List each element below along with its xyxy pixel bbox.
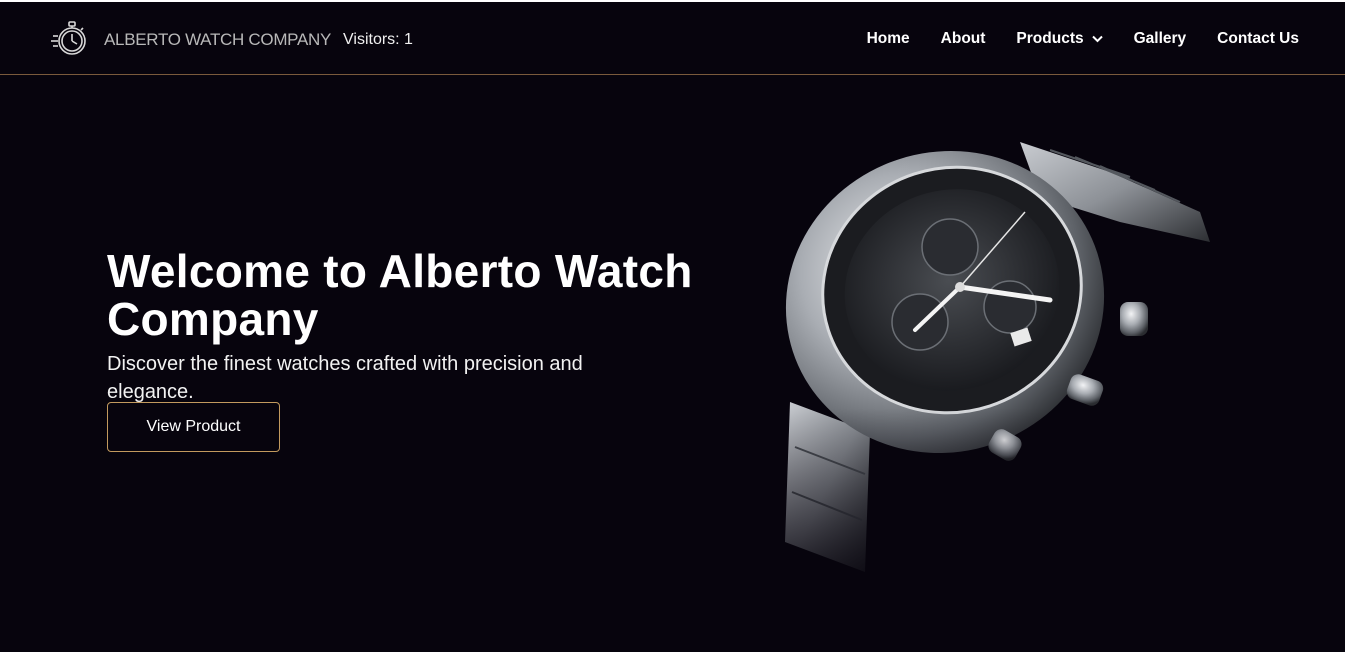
nav-about[interactable]: About xyxy=(941,30,986,48)
nav-contact[interactable]: Contact Us xyxy=(1217,30,1299,48)
wristwatch-image xyxy=(690,102,1290,612)
hero-subtitle: Discover the finest watches crafted with… xyxy=(107,353,583,403)
main-nav: Home About Products Gallery Contact Us xyxy=(867,30,1299,48)
nav-products[interactable]: Products xyxy=(1016,30,1103,48)
stopwatch-icon[interactable] xyxy=(50,18,90,58)
hero-title: Welcome to Alberto Watch Company xyxy=(107,244,693,345)
site-header: ALBERTO WATCH COMPANY Visitors: 1 Home A… xyxy=(0,2,1345,75)
chevron-down-icon xyxy=(1091,35,1103,43)
nav-products-label: Products xyxy=(1016,30,1084,47)
nav-home[interactable]: Home xyxy=(867,30,910,48)
page: ALBERTO WATCH COMPANY Visitors: 1 Home A… xyxy=(0,2,1345,652)
view-product-button[interactable]: View Product xyxy=(107,402,280,452)
nav-gallery[interactable]: Gallery xyxy=(1134,30,1187,48)
brand-name[interactable]: ALBERTO WATCH COMPANY xyxy=(104,30,331,50)
visitor-counter: Visitors: 1 xyxy=(343,31,413,48)
